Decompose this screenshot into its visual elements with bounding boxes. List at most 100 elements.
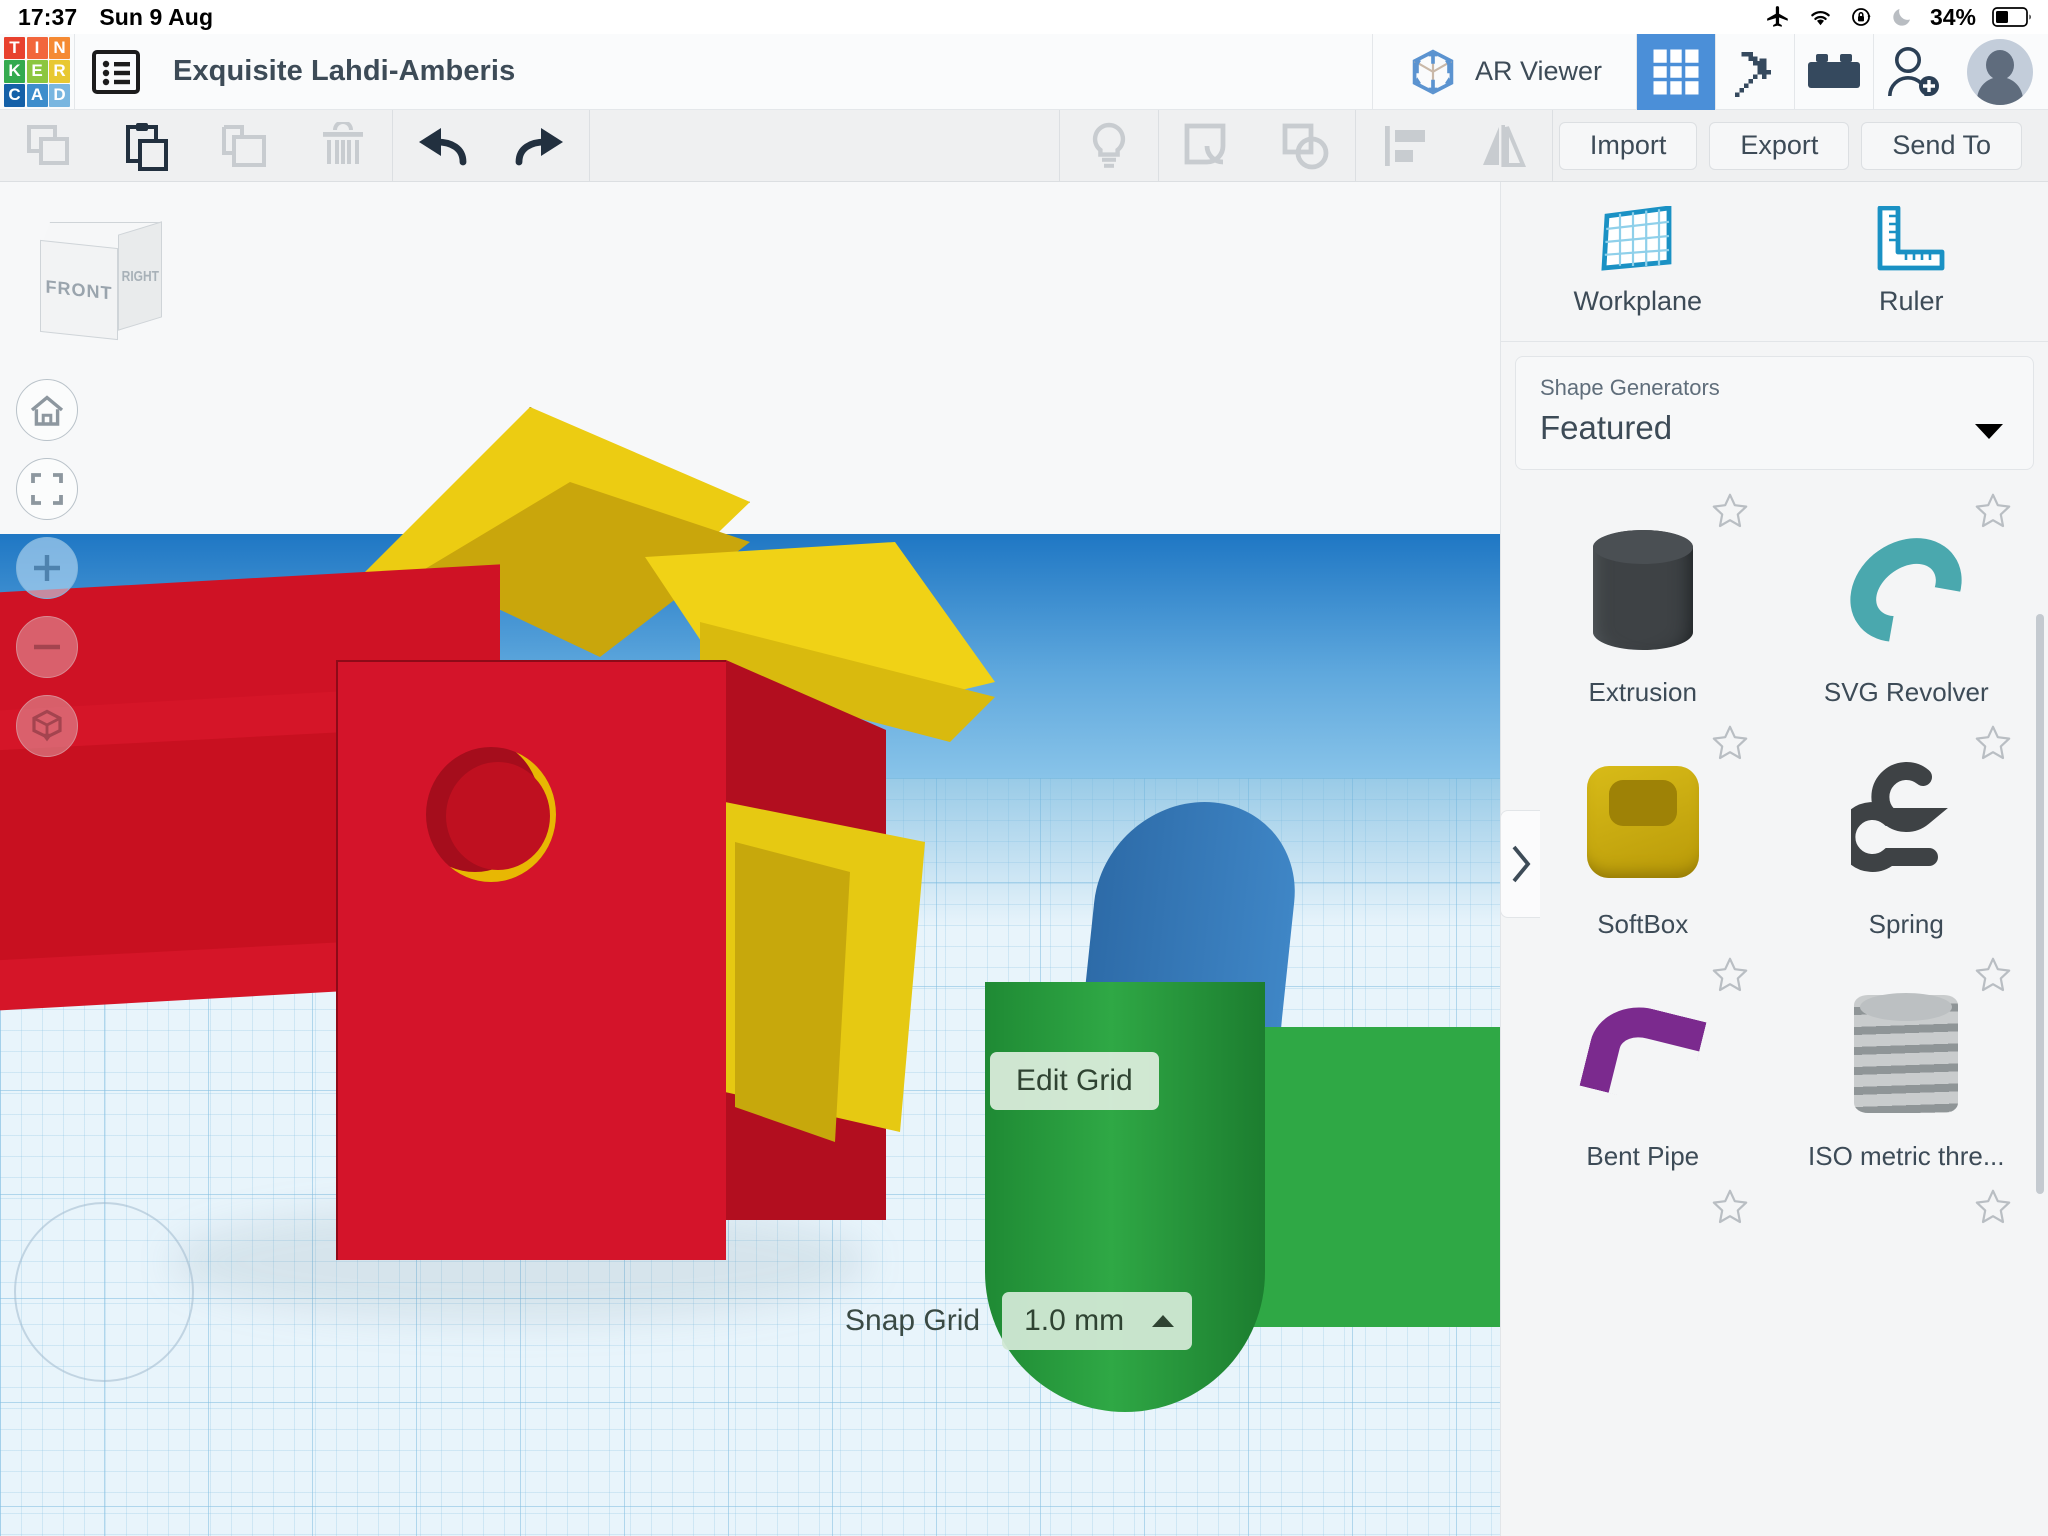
view-cube[interactable]: FRONT RIGHT xyxy=(32,221,162,352)
shape-generators-label: Shape Generators xyxy=(1540,375,1720,400)
avatar-button[interactable] xyxy=(1952,34,2048,110)
plus-icon xyxy=(34,555,60,581)
zoom-out-button[interactable] xyxy=(16,616,78,678)
view-cube-right-face[interactable]: RIGHT xyxy=(118,221,162,331)
shape-item-extrusion[interactable]: Extrusion xyxy=(1511,486,1775,718)
shape-item-bent-pipe[interactable]: Bent Pipe xyxy=(1511,950,1775,1182)
view-cube-front-face[interactable]: FRONT xyxy=(40,239,118,341)
grid-icon xyxy=(1653,49,1699,94)
tab-shapes-grid[interactable] xyxy=(1637,33,1715,110)
3d-workplane-canvas[interactable]: FRONT RIGHT Edit Grid Snap Grid 1.0 mm xyxy=(0,182,1500,1536)
battery-icon xyxy=(1992,7,2031,27)
paste-button[interactable] xyxy=(98,110,196,181)
status-bar-right: 34% xyxy=(1765,4,2048,31)
workplane-tool[interactable]: Workplane xyxy=(1501,182,1775,341)
chevron-right-icon xyxy=(1512,845,1530,883)
send-to-button[interactable]: Send To xyxy=(1855,110,2048,181)
shape-item-svg-revolver[interactable]: SVG Revolver xyxy=(1775,486,2039,718)
chevron-down-icon xyxy=(1975,424,2003,439)
edit-grid-button[interactable]: Edit Grid xyxy=(990,1052,1159,1110)
minus-icon xyxy=(34,644,60,650)
shapes-panel: Workplane Ruler Shape Generators Feature… xyxy=(1500,182,2048,1536)
shape-item-next-row-right[interactable] xyxy=(1775,1182,2039,1414)
home-view-button[interactable] xyxy=(16,379,78,441)
favorite-star-icon[interactable] xyxy=(1974,956,2012,994)
mirror-button[interactable] xyxy=(1454,110,1552,181)
undo-button[interactable] xyxy=(393,110,491,181)
panel-collapse-handle[interactable] xyxy=(1500,810,1540,918)
ruler-icon xyxy=(1877,206,1945,271)
document-title[interactable]: Exquisite Lahdi-Amberis xyxy=(157,55,515,88)
fit-to-view-button[interactable] xyxy=(16,458,78,520)
delete-button[interactable] xyxy=(294,110,392,181)
logo-letter-c: C xyxy=(4,84,25,107)
ungroup-button[interactable] xyxy=(1257,110,1355,181)
workplane-label: Workplane xyxy=(1573,286,1703,316)
canvas-background xyxy=(0,182,1500,534)
ar-viewer-button[interactable]: AR Viewer xyxy=(1373,34,1636,110)
app-header: T I N K E R C A D Exquisite Lahdi-Amberi… xyxy=(0,33,2048,110)
group-shapes-icon xyxy=(1184,123,1226,164)
redo-button[interactable] xyxy=(491,110,589,181)
tab-minecraft[interactable] xyxy=(1716,34,1794,110)
ortho-cube-icon xyxy=(32,709,62,742)
shape-generators-select[interactable]: Shape Generators Featured xyxy=(1515,356,2034,470)
logo-letter-n: N xyxy=(49,36,70,59)
ar-viewer-label: AR Viewer xyxy=(1474,56,1602,86)
send-to-label: Send To xyxy=(1861,121,2022,170)
invite-people-button[interactable] xyxy=(1874,34,1952,110)
tinkercad-logo[interactable]: T I N K E R C A D xyxy=(0,34,74,110)
shape-item-softbox[interactable]: SoftBox xyxy=(1511,718,1775,950)
ruler-tool[interactable]: Ruler xyxy=(1775,182,2048,341)
copy-button[interactable] xyxy=(0,110,98,181)
favorite-star-icon[interactable] xyxy=(1711,1188,1749,1226)
panel-scrollbar[interactable] xyxy=(2036,614,2044,1194)
shape-label: Spring xyxy=(1868,909,1944,939)
favorite-star-icon[interactable] xyxy=(1711,724,1749,762)
perspective-toggle-button[interactable] xyxy=(16,695,78,757)
snap-grid-select[interactable]: 1.0 mm xyxy=(1002,1292,1193,1350)
snap-grid-row: Snap Grid 1.0 mm xyxy=(845,1292,1193,1350)
shape-item-next-row-left[interactable] xyxy=(1511,1182,1775,1414)
model-red-box-front[interactable] xyxy=(336,660,726,1260)
project-list-button[interactable] xyxy=(75,34,157,110)
shape-item-spring[interactable]: Spring xyxy=(1775,718,2039,950)
undo-arrow-icon xyxy=(419,127,467,165)
ruler-label: Ruler xyxy=(1878,286,1944,316)
shape-generators-value: Featured xyxy=(1540,409,1673,446)
shape-label: ISO metric thre... xyxy=(1808,1141,2005,1171)
orbit-hint-circle xyxy=(14,1202,194,1382)
header-right-group: AR Viewer xyxy=(1371,33,2048,110)
hint-button[interactable] xyxy=(1060,110,1158,181)
import-button[interactable]: Import xyxy=(1553,110,1704,181)
logo-letter-i: I xyxy=(26,36,48,59)
favorite-star-icon[interactable] xyxy=(1974,724,2012,762)
shape-label: SVG Revolver xyxy=(1823,677,1989,707)
tab-bricks[interactable] xyxy=(1795,34,1873,110)
align-button[interactable] xyxy=(1356,110,1454,181)
zoom-in-button[interactable] xyxy=(16,537,78,599)
group-button[interactable] xyxy=(1159,110,1257,181)
shape-thumbnail xyxy=(1511,515,1775,665)
add-person-icon xyxy=(1888,46,1939,96)
shape-item-iso-metric-thread[interactable]: ISO metric thre... xyxy=(1775,950,2039,1182)
lightbulb-icon xyxy=(1092,122,1125,168)
logo-letter-d: D xyxy=(49,84,70,107)
logo-letter-e: E xyxy=(26,60,48,83)
model-red-slab[interactable] xyxy=(0,730,370,964)
shape-thumbnail xyxy=(1775,979,2039,1129)
favorite-star-icon[interactable] xyxy=(1974,1188,2012,1226)
ungroup-shapes-icon xyxy=(1282,123,1329,169)
duplicate-button[interactable] xyxy=(196,110,294,181)
status-date: Sun 9 Aug xyxy=(99,3,214,30)
ar-cube-icon xyxy=(1412,49,1454,94)
favorite-star-icon[interactable] xyxy=(1711,492,1749,530)
favorite-star-icon[interactable] xyxy=(1974,492,2012,530)
export-button[interactable]: Export xyxy=(1703,110,1855,181)
snap-grid-value: 1.0 mm xyxy=(1024,1304,1125,1337)
shape-label: Extrusion xyxy=(1588,677,1697,707)
model-yellow-wing-right-inner[interactable] xyxy=(735,842,850,1142)
favorite-star-icon[interactable] xyxy=(1711,956,1749,994)
shape-library-grid[interactable]: Extrusion SVG Revolver SoftBox Spring Be… xyxy=(1501,480,2048,1536)
